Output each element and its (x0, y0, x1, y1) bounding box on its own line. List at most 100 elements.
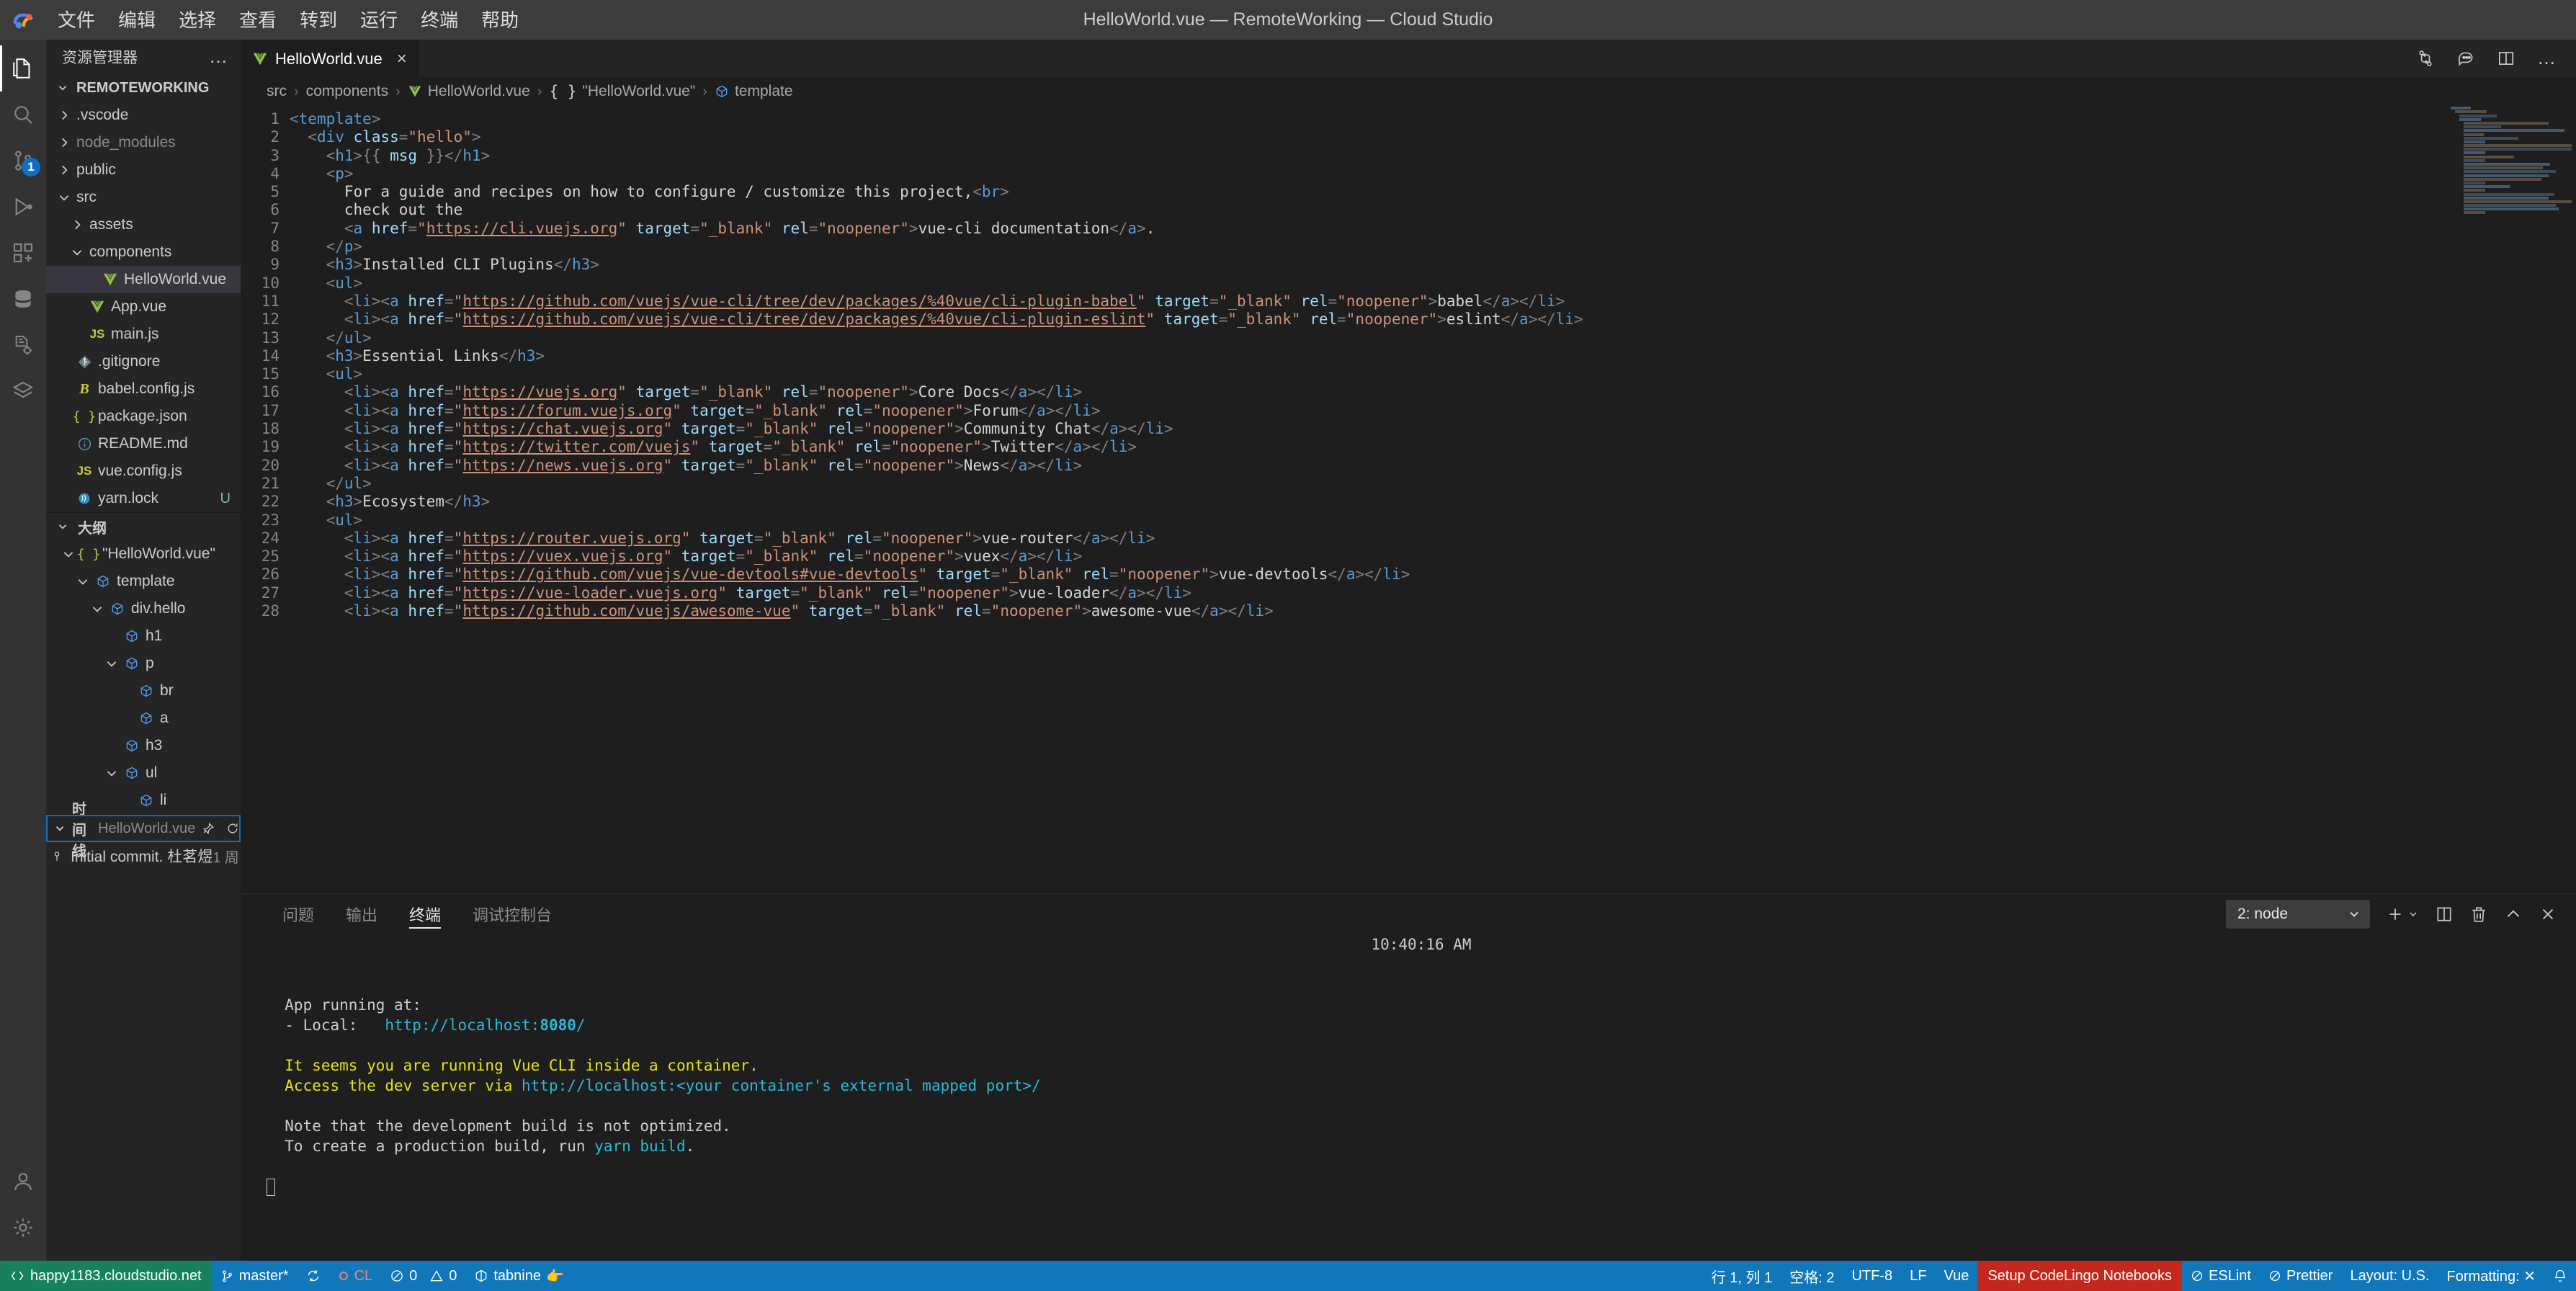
close-panel-icon[interactable] (2539, 905, 2557, 924)
split-terminal-icon[interactable] (2435, 905, 2454, 924)
run-debug-icon (12, 195, 35, 218)
outline-item-br[interactable]: br (46, 677, 241, 705)
activity-extensions[interactable] (0, 230, 46, 276)
menu-file[interactable]: 文件 (46, 6, 107, 34)
outline-item-h3[interactable]: h3 (46, 732, 241, 759)
breadcrumb-symbol-template[interactable]: template (715, 83, 793, 100)
status-tabnine[interactable]: tabnine 👉 (465, 1261, 573, 1291)
status-notifications[interactable] (2544, 1261, 2576, 1291)
status-encoding[interactable]: UTF-8 (1843, 1261, 1901, 1291)
kill-terminal-icon[interactable] (2469, 905, 2488, 924)
tab-debug-console[interactable]: 调试控制台 (457, 894, 568, 934)
menu-view[interactable]: 查看 (228, 6, 288, 34)
pin-icon[interactable] (201, 821, 215, 836)
tree-item-gitignore[interactable]: .gitignore (46, 348, 241, 375)
breadcrumb-components[interactable]: components (306, 83, 388, 100)
explorer-root-section[interactable]: REMOTEWORKING (46, 74, 241, 102)
outline-item-template[interactable]: template (46, 568, 241, 595)
code-content[interactable]: <template> <div class="hello"> <h1>{{ ms… (290, 106, 2576, 893)
activity-source-control[interactable]: 1 (0, 138, 46, 184)
settings-sync-icon (12, 334, 35, 357)
menu-selection[interactable]: 选择 (167, 6, 228, 34)
activity-layers[interactable] (0, 368, 46, 414)
tree-item-readme-md[interactable]: README.md (46, 430, 241, 457)
status-cursor-position[interactable]: 行 1, 列 1 (1703, 1261, 1781, 1291)
tree-item-public[interactable]: public (46, 156, 241, 184)
status-keyboard-layout[interactable]: Layout: U.S. (2341, 1261, 2438, 1291)
minimap[interactable] (2451, 106, 2572, 437)
tab-helloworld-vue[interactable]: HelloWorld.vue × (241, 40, 419, 77)
timeline-item[interactable]: Initial commit. 杜茗煜 1 周 (46, 842, 241, 870)
extensions-icon (12, 241, 35, 264)
activity-settings-sync[interactable] (0, 322, 46, 368)
status-indentation[interactable]: 空格: 2 (1781, 1261, 1843, 1291)
breadcrumb-file[interactable]: HelloWorld.vue (408, 83, 530, 100)
split-editor-icon[interactable] (2497, 49, 2515, 68)
maximize-panel-icon[interactable] (2504, 905, 2523, 924)
outline-item-p[interactable]: p (46, 650, 241, 677)
tree-item-node-modules[interactable]: node_modules (46, 129, 241, 156)
status-eslint[interactable]: ESLint (2182, 1261, 2260, 1291)
tree-item-src[interactable]: src (46, 184, 241, 211)
status-formatting[interactable]: Formatting: ✕ (2438, 1261, 2544, 1291)
tree-item-babel-config-js[interactable]: Bbabel.config.js (46, 375, 241, 403)
editor-more-icon[interactable]: … (2537, 49, 2557, 67)
tab-output[interactable]: 输出 (330, 894, 393, 934)
status-eol[interactable]: LF (1901, 1261, 1935, 1291)
activity-run-debug[interactable] (0, 184, 46, 230)
menu-edit[interactable]: 编辑 (107, 6, 167, 34)
tab-terminal[interactable]: 终端 (393, 894, 457, 934)
status-language-mode[interactable]: Vue (1935, 1261, 1977, 1291)
split-diff-icon[interactable] (2416, 49, 2435, 68)
outline-header[interactable]: 大纲 (46, 513, 241, 540)
tree-item-vue-config-js[interactable]: JS vue.config.js (46, 457, 241, 485)
outline-item-a[interactable]: a (46, 705, 241, 732)
menu-terminal[interactable]: 终端 (409, 6, 470, 34)
activity-database[interactable] (0, 276, 46, 322)
timeline-header[interactable]: 时间线 HelloWorld.vue … (46, 802, 269, 859)
menu-go[interactable]: 转到 (288, 6, 349, 34)
tree-item-components[interactable]: components (46, 238, 241, 266)
comment-icon[interactable] (2456, 49, 2475, 68)
status-codelingo-notebooks[interactable]: Setup CodeLingo Notebooks (1977, 1261, 2183, 1291)
tree-item-assets[interactable]: assets (46, 211, 241, 238)
status-sync[interactable] (298, 1261, 329, 1291)
new-terminal-icon[interactable] (2386, 905, 2419, 924)
outline-item-div.hello[interactable]: div.hello (46, 595, 241, 622)
close-icon[interactable]: × (397, 49, 407, 69)
status-remote-host[interactable]: happy1183.cloudstudio.net (0, 1261, 212, 1291)
outline-item-ul[interactable]: ul (46, 759, 241, 787)
terminal-output[interactable]: 10:40:16 AM App running at: - Local: htt… (241, 934, 2576, 1261)
outline-item-h1[interactable]: h1 (46, 622, 241, 650)
outline-item-helloworld.vue[interactable]: { } "HelloWorld.vue" (46, 540, 241, 568)
status-problems[interactable]: 0 0 (381, 1261, 465, 1291)
breadcrumb-symbol-root[interactable]: { } "HelloWorld.vue" (549, 83, 695, 100)
activity-manage[interactable] (0, 1205, 46, 1251)
tab-problems[interactable]: 问题 (267, 894, 330, 934)
tree-item-package-json[interactable]: { } package.json (46, 403, 241, 430)
status-prettier[interactable]: Prettier (2260, 1261, 2341, 1291)
menu-run[interactable]: 运行 (349, 6, 409, 34)
status-cl[interactable]: CL (329, 1261, 382, 1291)
code-token: https://vue-loader.vuejs.org (462, 584, 718, 602)
breadcrumb-src[interactable]: src (267, 83, 287, 100)
tree-item-yarn-lock[interactable]: yarn.lock U (46, 485, 241, 512)
code-token: " (1136, 292, 1146, 310)
tree-item-helloworld-vue[interactable]: HelloWorld.vue (46, 266, 241, 293)
tree-item-vscode[interactable]: .vscode (46, 102, 241, 129)
status-branch[interactable]: master* (212, 1261, 298, 1291)
activity-search[interactable] (0, 91, 46, 138)
menu-help[interactable]: 帮助 (470, 6, 530, 34)
terminal-selector[interactable]: 2: node (2226, 900, 2370, 929)
tree-item-app-vue[interactable]: App.vue (46, 293, 241, 321)
tree-item-main-js[interactable]: JS main.js (46, 321, 241, 348)
code-editor[interactable]: 1 2 3 4 5 6 7 8 9 10 11 12 13 14 15 16 17 18 19 20 21 22 23 24 2… (241, 106, 2576, 893)
activity-accounts[interactable] (0, 1158, 46, 1205)
activity-explorer[interactable] (0, 45, 46, 91)
sidebar-more-icon[interactable]: … (209, 48, 229, 66)
refresh-icon[interactable] (225, 821, 240, 836)
